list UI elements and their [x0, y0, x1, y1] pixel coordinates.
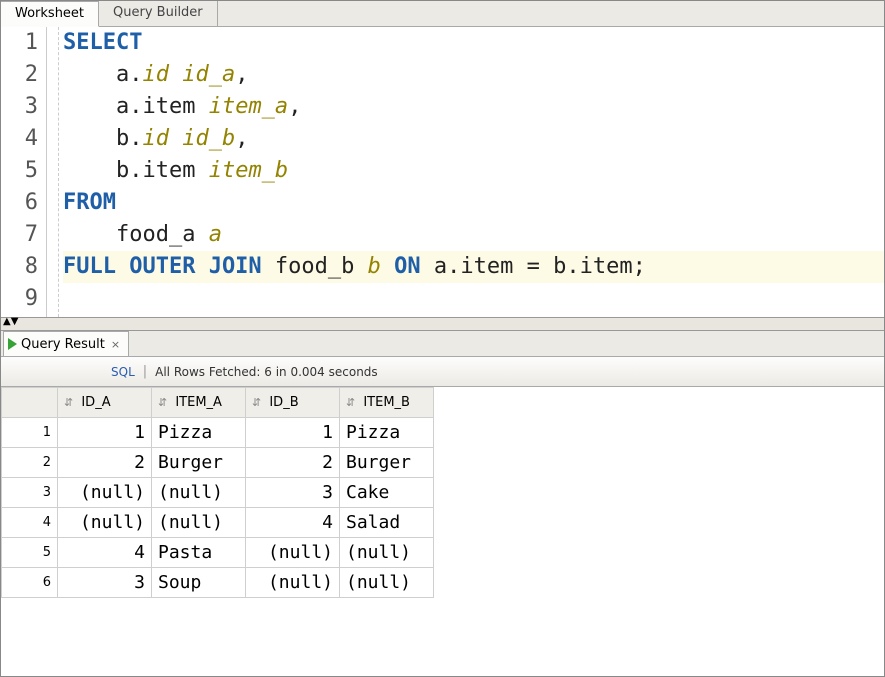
sort-icon: ⇵: [158, 396, 167, 409]
editor-code[interactable]: SELECT a.id id_a, a.item item_a, b.id id…: [59, 27, 884, 317]
cell[interactable]: Salad: [340, 508, 434, 538]
cell[interactable]: Cake: [340, 478, 434, 508]
gutter-line: 3: [1, 91, 46, 123]
sql-editor[interactable]: 123456789 SELECT a.id id_a, a.item item_…: [1, 27, 884, 317]
cell[interactable]: (null): [58, 478, 152, 508]
grid-header-row: ⇵ ID_A⇵ ITEM_A⇵ ID_B⇵ ITEM_B: [2, 388, 434, 418]
rownum-header: [2, 388, 58, 418]
table-row[interactable]: 22Burger2Burger: [2, 448, 434, 478]
cell[interactable]: (null): [152, 478, 246, 508]
pin-button[interactable]: [7, 363, 25, 381]
fetch-status: All Rows Fetched: 6 in 0.004 seconds: [155, 365, 378, 379]
gutter-line: 4: [1, 123, 46, 155]
print-button[interactable]: [33, 363, 51, 381]
gutter-line: 5: [1, 155, 46, 187]
tab-query-result[interactable]: Query Result ×: [3, 331, 129, 356]
table-row[interactable]: 3(null)(null)3Cake: [2, 478, 434, 508]
row-number: 4: [2, 508, 58, 538]
table-row[interactable]: 11Pizza1Pizza: [2, 418, 434, 448]
cell[interactable]: 1: [246, 418, 340, 448]
code-line[interactable]: SELECT: [63, 27, 884, 59]
code-line[interactable]: FULL OUTER JOIN food_b b ON a.item = b.i…: [63, 251, 884, 283]
gutter-line: 1: [1, 27, 46, 59]
result-grid-wrap[interactable]: ⇵ ID_A⇵ ITEM_A⇵ ID_B⇵ ITEM_B 11Pizza1Piz…: [1, 387, 884, 676]
delete-rows-button[interactable]: [85, 363, 103, 381]
row-number: 3: [2, 478, 58, 508]
editor-tabs: Worksheet Query Builder: [1, 1, 884, 27]
column-header[interactable]: ⇵ ID_A: [58, 388, 152, 418]
table-row[interactable]: 63Soup(null)(null): [2, 568, 434, 598]
cell[interactable]: (null): [152, 508, 246, 538]
cell[interactable]: Burger: [152, 448, 246, 478]
code-line[interactable]: b.id id_b,: [63, 123, 884, 155]
pane-splitter[interactable]: ▲▼: [1, 317, 884, 331]
result-tabs: Query Result ×: [1, 331, 884, 357]
result-grid[interactable]: ⇵ ID_A⇵ ITEM_A⇵ ID_B⇵ ITEM_B 11Pizza1Piz…: [1, 387, 434, 598]
editor-gutter: 123456789: [1, 27, 47, 317]
tab-worksheet[interactable]: Worksheet: [1, 1, 99, 27]
sql-link[interactable]: SQL: [111, 365, 135, 379]
table-row[interactable]: 54Pasta(null)(null): [2, 538, 434, 568]
gutter-line: 8: [1, 251, 46, 283]
cell[interactable]: (null): [58, 508, 152, 538]
cell[interactable]: 4: [246, 508, 340, 538]
cell[interactable]: Burger: [340, 448, 434, 478]
cell[interactable]: 3: [58, 568, 152, 598]
row-number: 6: [2, 568, 58, 598]
app-root: Worksheet Query Builder 123456789 SELECT…: [0, 0, 885, 677]
cell[interactable]: 2: [246, 448, 340, 478]
cell[interactable]: Pasta: [152, 538, 246, 568]
cell[interactable]: 4: [58, 538, 152, 568]
column-header[interactable]: ⇵ ITEM_A: [152, 388, 246, 418]
row-number: 5: [2, 538, 58, 568]
editor-fold-margin: [47, 27, 59, 317]
row-number: 2: [2, 448, 58, 478]
column-header[interactable]: ⇵ ITEM_B: [340, 388, 434, 418]
code-line[interactable]: food_a a: [63, 219, 884, 251]
code-line[interactable]: [63, 283, 884, 315]
cell[interactable]: 3: [246, 478, 340, 508]
code-line[interactable]: b.item item_b: [63, 155, 884, 187]
code-line[interactable]: a.id id_a,: [63, 59, 884, 91]
sort-icon: ⇵: [64, 396, 73, 409]
result-toolbar: SQL | All Rows Fetched: 6 in 0.004 secon…: [1, 357, 884, 387]
result-tab-label: Query Result: [21, 337, 105, 352]
refresh-button[interactable]: [59, 363, 77, 381]
cell[interactable]: (null): [246, 568, 340, 598]
row-number: 1: [2, 418, 58, 448]
gutter-line: 6: [1, 187, 46, 219]
sort-icon: ⇵: [252, 396, 261, 409]
cell[interactable]: (null): [340, 538, 434, 568]
splitter-up-icon: ▲▼: [3, 318, 18, 325]
gutter-line: 2: [1, 59, 46, 91]
code-line[interactable]: a.item item_a,: [63, 91, 884, 123]
cell[interactable]: (null): [246, 538, 340, 568]
gutter-line: 9: [1, 283, 46, 315]
cell[interactable]: (null): [340, 568, 434, 598]
tab-query-builder[interactable]: Query Builder: [99, 1, 218, 27]
cell[interactable]: 1: [58, 418, 152, 448]
sort-icon: ⇵: [346, 396, 355, 409]
code-line[interactable]: FROM: [63, 187, 884, 219]
table-row[interactable]: 4(null)(null)4Salad: [2, 508, 434, 538]
close-result-tab[interactable]: ×: [109, 338, 122, 351]
gutter-line: 7: [1, 219, 46, 251]
column-header[interactable]: ⇵ ID_B: [246, 388, 340, 418]
cell[interactable]: Pizza: [152, 418, 246, 448]
cell[interactable]: 2: [58, 448, 152, 478]
toolbar-separator: |: [143, 364, 147, 379]
cell[interactable]: Pizza: [340, 418, 434, 448]
cell[interactable]: Soup: [152, 568, 246, 598]
play-icon: [8, 338, 17, 350]
